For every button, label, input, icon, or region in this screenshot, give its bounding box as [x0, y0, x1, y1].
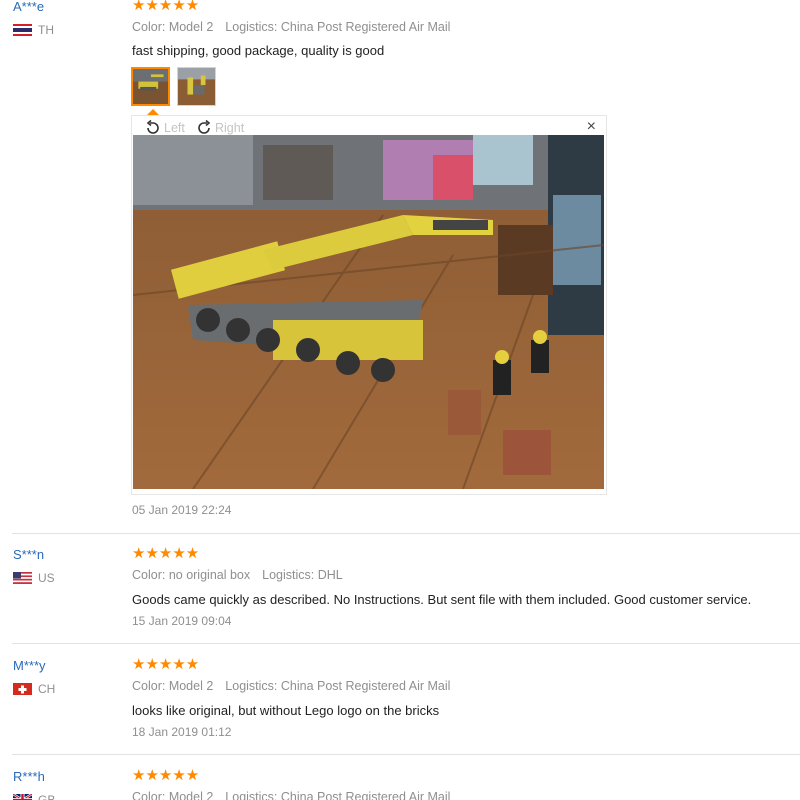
- order-info: Color: no original box Logistics: DHL: [132, 568, 343, 582]
- review-date: 05 Jan 2019 22:24: [132, 503, 232, 517]
- country-code: TH: [38, 23, 54, 37]
- review-photo-thumbnail[interactable]: [177, 67, 216, 106]
- reviewer-name[interactable]: M***y: [13, 658, 46, 673]
- star-rating: ★★★★★: [132, 656, 200, 673]
- star-rating: ★★★★★: [132, 0, 200, 14]
- uk-flag-icon: [13, 794, 32, 800]
- rotate-left-label: Left: [164, 121, 185, 135]
- photo-viewer: Left Right ×: [131, 115, 607, 495]
- country-code: GB: [38, 793, 56, 800]
- close-viewer-button[interactable]: ×: [587, 118, 596, 136]
- star-rating: ★★★★★: [132, 545, 200, 562]
- product-color: Color: Model 2: [132, 679, 214, 693]
- review-divider: [12, 643, 800, 644]
- product-color: Color: Model 2: [132, 790, 214, 800]
- rotate-right-label: Right: [215, 121, 245, 135]
- review-item: R***h GB ★★★★★ Color: Model 2 Logistics: …: [0, 766, 800, 800]
- logistics-info: Logistics: China Post Registered Air Mai…: [225, 679, 451, 693]
- review-item: S***n US ★★★★★ Color: no original box Log…: [0, 544, 800, 644]
- reviewer-country: GB: [13, 793, 55, 800]
- review-item: M***y CH ★★★★★ Color: Model 2 Logistics: …: [0, 655, 800, 755]
- switzerland-flag-icon: [13, 683, 32, 695]
- review-divider: [12, 754, 800, 755]
- review-text: Goods came quickly as described. No Inst…: [132, 592, 752, 607]
- thailand-flag-icon: [13, 24, 32, 36]
- reviewer-name[interactable]: A***e: [13, 0, 44, 14]
- logistics-info: Logistics: DHL: [262, 568, 343, 582]
- review-photo[interactable]: [133, 135, 604, 489]
- review-divider: [12, 533, 800, 534]
- review-text: fast shipping, good package, quality is …: [132, 43, 385, 58]
- review-date: 18 Jan 2019 01:12: [132, 725, 232, 739]
- product-color: Color: no original box: [132, 568, 251, 582]
- review-photo-thumbnail[interactable]: [131, 67, 170, 106]
- reviewer-name[interactable]: R***h: [13, 769, 45, 784]
- order-info: Color: Model 2 Logistics: China Post Regi…: [132, 790, 450, 800]
- review-item: A***e TH ★★★★★ Color: Model 2 Logistics: …: [0, 0, 800, 533]
- reviewer-country: TH: [13, 23, 54, 37]
- order-info: Color: Model 2 Logistics: China Post Regi…: [132, 20, 450, 34]
- review-date: 15 Jan 2019 09:04: [132, 614, 232, 628]
- review-text: looks like original, but without Lego lo…: [132, 703, 440, 718]
- logistics-info: Logistics: China Post Registered Air Mai…: [225, 790, 451, 800]
- reviewer-country: CH: [13, 682, 55, 696]
- usa-flag-icon: [13, 572, 32, 584]
- star-rating: ★★★★★: [132, 767, 200, 784]
- order-info: Color: Model 2 Logistics: China Post Regi…: [132, 679, 450, 693]
- country-code: CH: [38, 682, 56, 696]
- reviewer-country: US: [13, 571, 55, 585]
- logistics-info: Logistics: China Post Registered Air Mai…: [225, 20, 451, 34]
- country-code: US: [38, 571, 55, 585]
- reviewer-name[interactable]: S***n: [13, 547, 44, 562]
- product-color: Color: Model 2: [132, 20, 214, 34]
